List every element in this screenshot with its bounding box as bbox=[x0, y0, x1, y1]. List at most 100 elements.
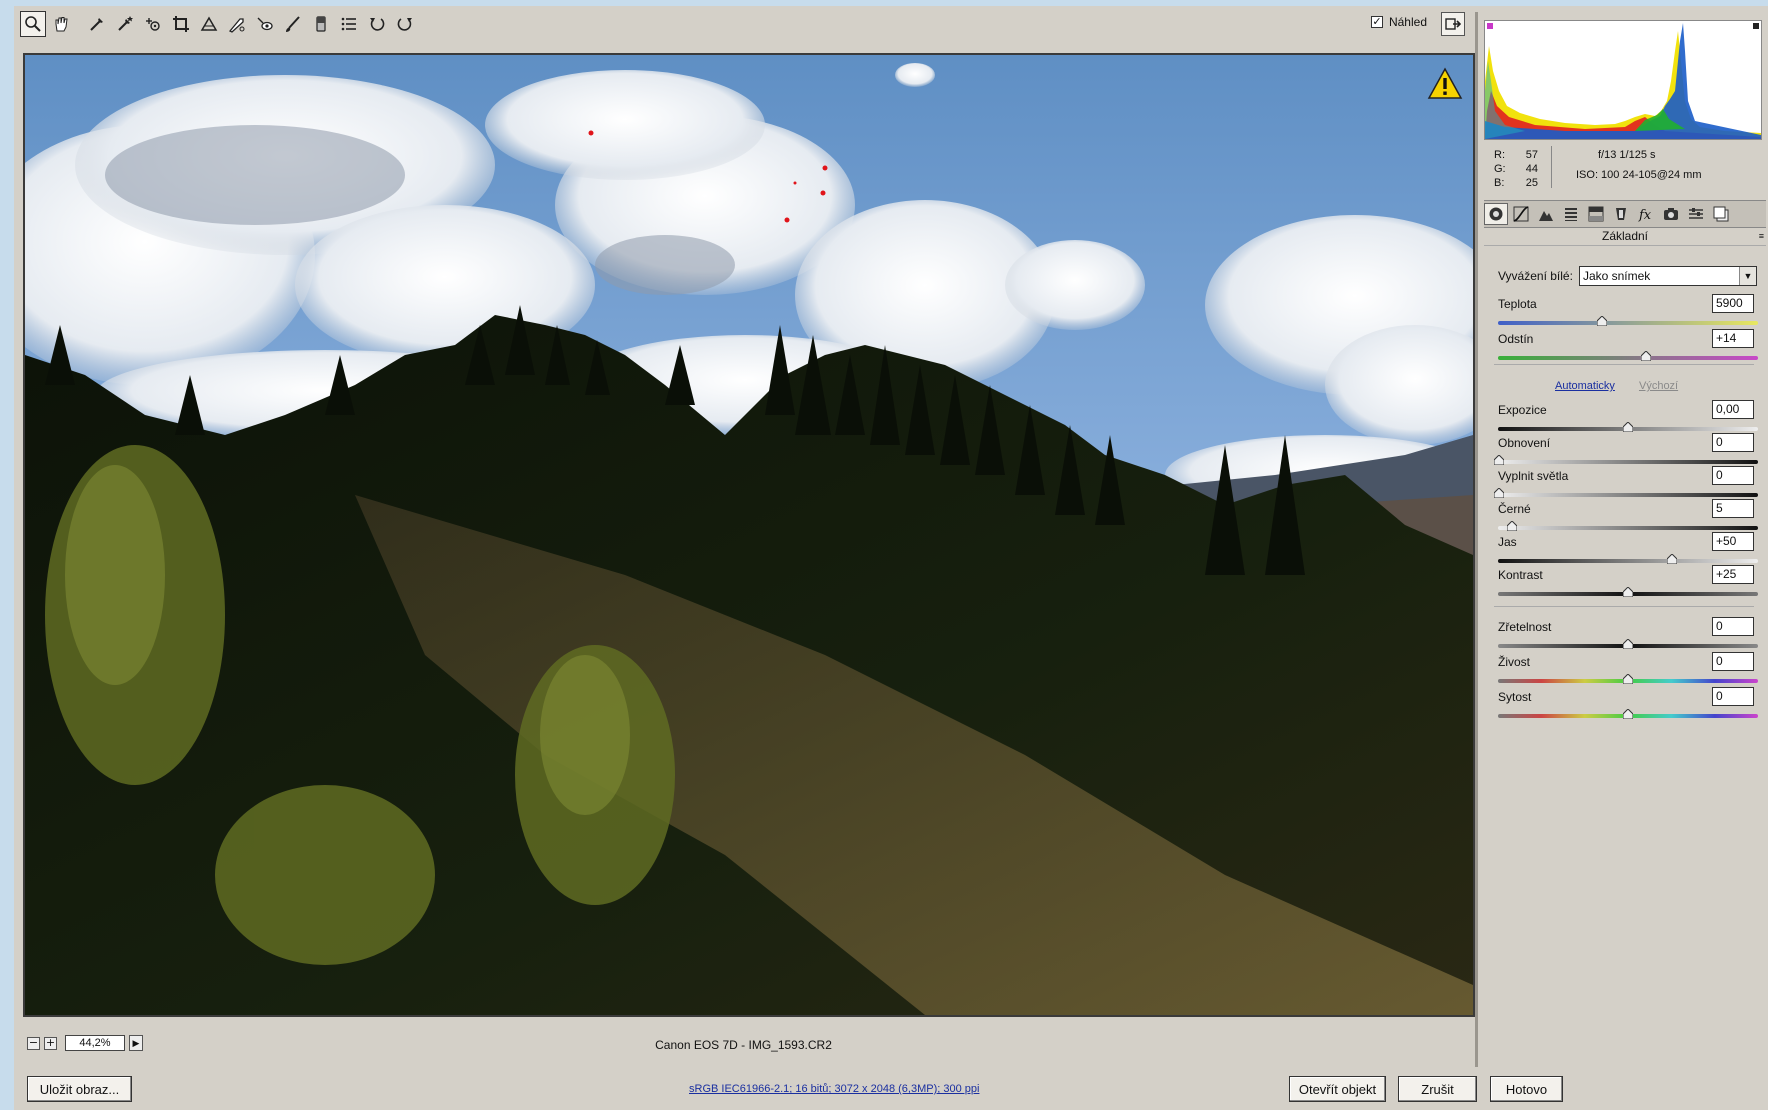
tint-slider[interactable]: Odstín +14 bbox=[1498, 329, 1760, 366]
auto-link[interactable]: Automaticky bbox=[1555, 380, 1615, 392]
highlight-clipping-indicator[interactable] bbox=[1753, 23, 1759, 29]
cancel-button[interactable]: Zrušit bbox=[1398, 1076, 1477, 1102]
presets-icon bbox=[1689, 208, 1703, 219]
preview-toggle[interactable]: ✓ Náhled bbox=[1370, 15, 1427, 29]
panel-title: Základní bbox=[1484, 227, 1766, 246]
preview-checkbox[interactable]: ✓ bbox=[1370, 16, 1383, 28]
panel-menu-icon[interactable]: ≡ bbox=[1759, 231, 1764, 241]
panel-tabs: fx bbox=[1484, 200, 1766, 228]
tab-snapshots[interactable] bbox=[1709, 203, 1733, 225]
readout-divider bbox=[1551, 146, 1552, 188]
save-image-button[interactable]: Uložit obraz... bbox=[27, 1076, 132, 1102]
saturation-label: Sytost bbox=[1498, 690, 1532, 704]
temperature-track[interactable] bbox=[1498, 321, 1758, 325]
effects-icon: fx bbox=[1638, 208, 1652, 222]
workflow-options-link[interactable]: sRGB IEC61966-2.1; 16 bitů; 3072 x 2048 … bbox=[689, 1083, 979, 1095]
targeted-adjustment-tool-icon[interactable] bbox=[140, 11, 166, 37]
clarity-thumb[interactable] bbox=[1623, 639, 1633, 649]
blacks-thumb[interactable] bbox=[1506, 521, 1517, 531]
section-divider bbox=[1494, 606, 1754, 607]
vibrance-thumb[interactable] bbox=[1623, 674, 1633, 684]
brightness-track[interactable] bbox=[1498, 559, 1758, 563]
b-value: 25 bbox=[1525, 177, 1538, 189]
done-button[interactable]: Hotovo bbox=[1490, 1076, 1563, 1102]
tab-tone-curve[interactable] bbox=[1509, 203, 1533, 225]
graduated-filter-tool-icon[interactable] bbox=[308, 11, 334, 37]
spot-removal-tool-icon[interactable] bbox=[224, 11, 250, 37]
hsl-icon bbox=[1565, 208, 1577, 221]
fill-light-field[interactable]: 0 bbox=[1712, 466, 1754, 485]
exposure-field[interactable]: 0,00 bbox=[1712, 400, 1754, 419]
vibrance-slider[interactable]: Živost 0 bbox=[1498, 652, 1760, 689]
highlight-clipping-warning-icon[interactable] bbox=[1427, 67, 1463, 101]
vibrance-field[interactable]: 0 bbox=[1712, 652, 1754, 671]
clarity-slider[interactable]: Zřetelnost 0 bbox=[1498, 617, 1760, 654]
color-sampler-tool-icon[interactable] bbox=[112, 11, 138, 37]
brightness-slider[interactable]: Jas +50 bbox=[1498, 532, 1760, 569]
contrast-label: Kontrast bbox=[1498, 568, 1543, 582]
preferences-tool-icon[interactable] bbox=[336, 11, 362, 37]
tint-thumb[interactable] bbox=[1641, 351, 1652, 361]
temperature-slider[interactable]: Teplota 5900 bbox=[1498, 294, 1760, 331]
rotate-cw-icon[interactable] bbox=[392, 11, 418, 37]
clarity-label: Zřetelnost bbox=[1498, 620, 1552, 634]
tab-basic[interactable] bbox=[1484, 203, 1508, 225]
saturation-field[interactable]: 0 bbox=[1712, 687, 1754, 706]
contrast-thumb[interactable] bbox=[1623, 587, 1633, 597]
adjustment-brush-tool-icon[interactable] bbox=[280, 11, 306, 37]
exposure-label: Expozice bbox=[1498, 403, 1547, 417]
default-link[interactable]: Výchozí bbox=[1639, 380, 1678, 392]
camera-calibration-icon bbox=[1664, 208, 1678, 220]
fill-light-track[interactable] bbox=[1498, 493, 1758, 497]
clarity-field[interactable]: 0 bbox=[1712, 617, 1754, 636]
blacks-field[interactable]: 5 bbox=[1712, 499, 1754, 518]
exposure-thumb[interactable] bbox=[1623, 422, 1633, 432]
recovery-slider[interactable]: Obnovení 0 bbox=[1494, 433, 1760, 470]
hand-tool-icon[interactable] bbox=[48, 11, 74, 37]
image-preview[interactable] bbox=[23, 53, 1475, 1017]
white-balance-select[interactable]: Jako snímek ▼ bbox=[1578, 266, 1757, 286]
white-balance-tool-icon[interactable] bbox=[84, 11, 110, 37]
temperature-field[interactable]: 5900 bbox=[1712, 294, 1754, 313]
snapshots-icon bbox=[1713, 206, 1729, 222]
tab-camera-calibration[interactable] bbox=[1659, 203, 1683, 225]
tab-hsl[interactable] bbox=[1559, 203, 1583, 225]
blacks-slider[interactable]: Černé 5 bbox=[1498, 499, 1760, 536]
fill-light-thumb[interactable] bbox=[1494, 488, 1504, 498]
brightness-thumb[interactable] bbox=[1666, 554, 1677, 564]
brightness-field[interactable]: +50 bbox=[1712, 532, 1754, 551]
recovery-field[interactable]: 0 bbox=[1712, 433, 1754, 452]
recovery-track[interactable] bbox=[1498, 460, 1758, 464]
tint-track[interactable] bbox=[1498, 356, 1758, 360]
brightness-label: Jas bbox=[1498, 535, 1517, 549]
tint-field[interactable]: +14 bbox=[1712, 329, 1754, 348]
tab-effects[interactable]: fx bbox=[1634, 203, 1658, 225]
histogram bbox=[1484, 20, 1762, 140]
crop-tool-icon[interactable] bbox=[168, 11, 194, 37]
recovery-thumb[interactable] bbox=[1494, 455, 1504, 465]
split-toning-icon bbox=[1588, 206, 1604, 222]
exposure-slider[interactable]: Expozice 0,00 bbox=[1498, 400, 1760, 437]
tab-detail[interactable] bbox=[1534, 203, 1558, 225]
straighten-tool-icon[interactable] bbox=[196, 11, 222, 37]
fullscreen-button[interactable] bbox=[1441, 12, 1465, 36]
blacks-track[interactable] bbox=[1498, 526, 1758, 530]
contrast-slider[interactable]: Kontrast +25 bbox=[1498, 565, 1760, 602]
zoom-tool-icon[interactable] bbox=[20, 11, 46, 37]
open-object-button[interactable]: Otevřít objekt bbox=[1289, 1076, 1386, 1102]
iso-lens: ISO: 100 24-105@24 mm bbox=[1576, 169, 1702, 181]
saturation-thumb[interactable] bbox=[1623, 709, 1633, 719]
fullscreen-icon bbox=[1445, 18, 1461, 30]
fill-light-slider[interactable]: Vyplnit světla 0 bbox=[1494, 466, 1760, 503]
red-eye-removal-tool-icon[interactable] bbox=[252, 11, 278, 37]
saturation-slider[interactable]: Sytost 0 bbox=[1498, 687, 1760, 724]
blacks-label: Černé bbox=[1498, 502, 1531, 516]
tab-presets[interactable] bbox=[1684, 203, 1708, 225]
contrast-field[interactable]: +25 bbox=[1712, 565, 1754, 584]
tab-split-toning[interactable] bbox=[1584, 203, 1608, 225]
rotate-ccw-icon[interactable] bbox=[364, 11, 390, 37]
shadow-clipping-indicator[interactable] bbox=[1487, 23, 1493, 29]
tab-lens-corrections[interactable] bbox=[1609, 203, 1633, 225]
status-bar: − + 44,2% ▶ Canon EOS 7D - IMG_1593.CR2 bbox=[14, 1033, 1473, 1057]
temperature-thumb[interactable] bbox=[1597, 316, 1608, 326]
